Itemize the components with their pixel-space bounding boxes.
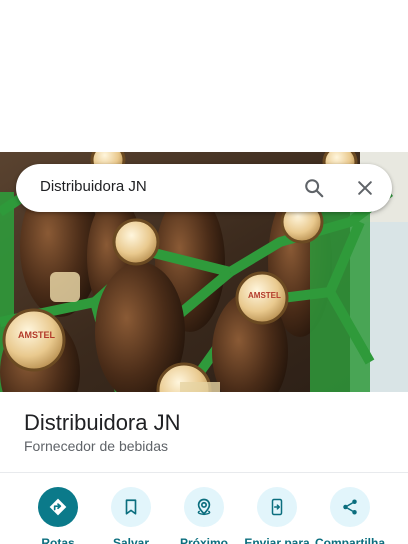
send-to-phone-button[interactable]: Enviar para	[239, 487, 315, 544]
place-category: Fornecedor de bebidas	[24, 438, 168, 454]
share-button[interactable]: Compartilha	[312, 487, 388, 544]
share-label: Compartilha	[314, 536, 385, 544]
nearby-icon	[184, 487, 224, 527]
place-info-panel: Distribuidora JN Fornecedor de bebidas R…	[0, 392, 408, 544]
send-to-phone-icon	[257, 487, 297, 527]
search-input[interactable]: Distribuidora JN	[40, 178, 147, 195]
directions-button[interactable]: Rotas	[20, 487, 96, 544]
directions-icon	[38, 487, 78, 527]
search-bar[interactable]: Distribuidora JN	[16, 164, 392, 212]
place-title: Distribuidora JN	[24, 410, 181, 435]
search-icon[interactable]	[302, 176, 326, 200]
save-button[interactable]: Salvar	[93, 487, 169, 544]
action-bar: Rotas Salvar Próximo Enviar para Compart	[0, 487, 408, 544]
nearby-button[interactable]: Próximo	[166, 487, 242, 544]
divider	[0, 472, 408, 473]
svg-text:AMSTEL: AMSTEL	[18, 330, 56, 340]
close-icon[interactable]	[353, 176, 377, 200]
bookmark-icon	[111, 487, 151, 527]
svg-text:AMSTEL: AMSTEL	[248, 291, 281, 300]
map-blank-area	[0, 0, 408, 152]
share-icon	[330, 487, 370, 527]
